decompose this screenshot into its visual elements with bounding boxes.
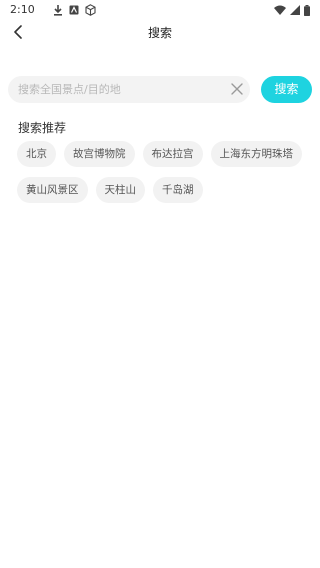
recommend-tag[interactable]: 上海东方明珠塔 <box>210 141 302 167</box>
status-icons-right <box>274 3 310 17</box>
recommend-tag[interactable]: 北京 <box>17 141 56 167</box>
search-input[interactable] <box>18 76 218 103</box>
status-icons-left <box>53 3 96 17</box>
recommend-tag[interactable]: 天柱山 <box>95 177 145 203</box>
close-icon <box>230 80 243 99</box>
signal-icon <box>290 5 300 15</box>
clear-button[interactable] <box>229 82 244 97</box>
wifi-icon <box>274 5 286 15</box>
recommend-tag[interactable]: 千岛湖 <box>153 177 203 203</box>
recommend-tag[interactable]: 布达拉宫 <box>142 141 203 167</box>
status-bar: 2:10 <box>0 0 320 20</box>
recommend-tags: 北京 故宫博物院 布达拉宫 上海东方明珠塔 黄山风景区 天柱山 千岛湖 <box>17 141 307 203</box>
cube-icon <box>85 4 96 16</box>
recommend-tag[interactable]: 故宫博物院 <box>64 141 135 167</box>
search-box <box>8 76 250 103</box>
header: 搜索 <box>0 20 320 46</box>
search-button[interactable]: 搜索 <box>261 76 312 103</box>
recommend-tag[interactable]: 黄山风景区 <box>17 177 88 203</box>
page-title: 搜索 <box>147 26 172 40</box>
battery-icon <box>304 4 310 16</box>
app-notification-icon <box>69 5 79 15</box>
search-row: 搜索 <box>8 76 312 103</box>
search-recommend-title: 搜索推荐 <box>18 121 67 135</box>
status-time: 2:10 <box>10 3 35 16</box>
download-icon <box>53 4 63 16</box>
